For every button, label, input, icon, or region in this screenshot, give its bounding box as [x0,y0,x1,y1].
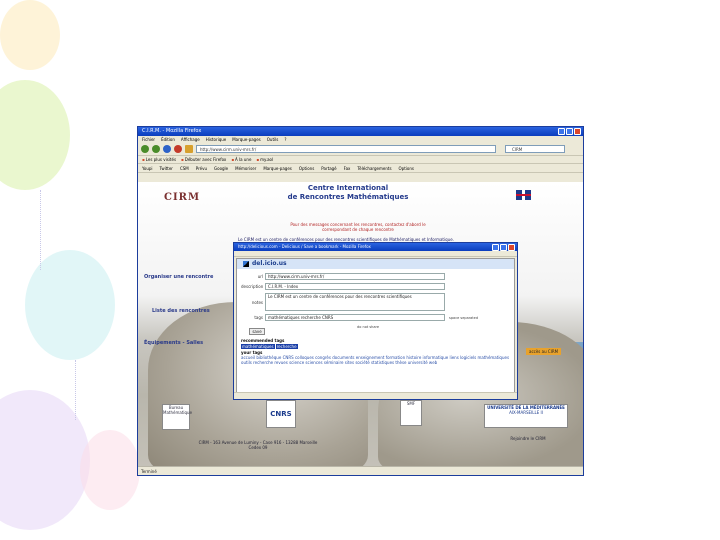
url-input[interactable]: http://www.cirm.univ-mrs.fr/ [196,145,496,153]
notes-field[interactable]: Le CIRM est un centre de conférences pou… [265,293,445,311]
toolbar-item[interactable]: Options [399,164,414,172]
url-row: url http://www.cirm.univ-mrs.fr/ [241,273,445,280]
dialog-toolbar [234,251,517,257]
recommended-tags-heading: recommended tags [241,338,285,343]
description-row: description C.I.R.M. - Index [241,283,445,290]
menu-file[interactable]: Fichier [142,136,155,143]
recommended-tag[interactable]: mathématiques [241,344,275,349]
dialog-status-bar [234,392,517,399]
dialog-body: del.icio.us url http://www.cirm.univ-mrs… [236,258,515,393]
title-line: Centre International [307,184,389,192]
forward-icon[interactable] [152,145,160,153]
toolbar-item[interactable]: Mémoriser [235,164,256,172]
home-icon[interactable] [185,145,193,153]
balloon-decoration [80,430,140,510]
bookmarks-bar: Les plus visités Débuter avec Firefox À … [138,156,583,164]
minimize-button[interactable] [492,244,499,251]
equipment-link[interactable]: Équipements - Salles [144,340,203,346]
private-option[interactable]: do not share [357,325,379,329]
balloon-decoration [0,0,60,70]
menu-bar: Fichier Édition Affichage Historique Mar… [138,136,583,143]
organize-link[interactable]: Organiser une rencontre [144,274,213,280]
status-text: Terminé [141,469,157,474]
balloon-decoration [0,390,90,530]
field-label: notes [251,299,263,305]
contact-note-line: correspondant de chaque rencontre [322,227,394,232]
browser-titlebar: C.I.R.M. - Mozilla Firefox [138,127,583,136]
dialog-titlebar: http://delicious.com - Delicious / Save … [234,243,517,251]
delicious-header: del.icio.us [237,259,514,269]
menu-view[interactable]: Affichage [181,136,200,143]
toolbar-item[interactable]: Options [299,164,314,172]
balloon-string [40,190,41,270]
recommended-tag[interactable]: recherche [275,344,298,349]
back-icon[interactable] [141,145,149,153]
maximize-button[interactable] [500,244,507,251]
address-footer: CIRM - 163 Avenue de Luminy - Case 916 -… [198,440,318,450]
toolbar-item[interactable]: Téléchargements [357,164,391,172]
bookmark-item[interactable]: À la une [231,156,251,163]
status-bar: Terminé [138,466,583,475]
tags-row: tags mathématiques recherche CNRS [241,314,445,321]
balloon-decoration [25,250,115,360]
toolbar-item[interactable]: Fax [344,164,351,172]
toolbar-item[interactable]: Prévu [196,164,207,172]
bookmark-dialog: http://delicious.com - Delicious / Save … [233,242,518,400]
browser-title: C.I.R.M. - Mozilla Firefox [142,128,202,134]
menu-bookmarks[interactable]: Marque-pages [232,136,261,143]
menu-tools[interactable]: Outils [267,136,279,143]
contact-note: Pour des messages concernant les rencont… [268,222,448,232]
cirm-logo[interactable]: CIRM [164,192,200,203]
recommended-tags: mathématiques recherche [241,344,298,349]
events-list-link[interactable]: Liste des rencontres [152,308,210,314]
smf-logo[interactable]: SMF [400,400,422,426]
minimize-button[interactable] [558,128,565,135]
navigation-bar: http://www.cirm.univ-mrs.fr/ CIRM [138,143,583,156]
description-field[interactable]: C.I.R.M. - Index [265,283,445,290]
menu-help[interactable]: ? [284,136,286,143]
your-tags-list[interactable]: accueil bibliothèque CNRS colloques cong… [241,355,513,365]
university-logo[interactable]: UNIVERSITÉ DE LA MÉDITERRANÉE AIX-MARSEI… [484,404,568,428]
toolbar-item[interactable]: Marque-pages [263,164,292,172]
balloon-string [75,360,76,420]
title-line: de Rencontres Mathématiques [287,193,409,201]
notes-row: notes Le CIRM est un centre de conférenc… [241,293,445,311]
menu-edit[interactable]: Édition [161,136,175,143]
field-label: url [257,274,263,279]
page-title: Centre International de Rencontres Mathé… [268,184,428,202]
toolbar-item[interactable]: Youpi [142,164,153,172]
toolbar-item[interactable]: Google [214,164,228,172]
join-footer[interactable]: Rejoindre le CIRM [498,436,558,441]
bookmark-item[interactable]: Débuter avec Firefox [181,156,227,163]
dialog-title: http://delicious.com - Delicious / Save … [238,244,371,249]
slide: C.I.R.M. - Mozilla Firefox Fichier Éditi… [0,0,720,540]
stop-icon[interactable] [174,145,182,153]
field-label: tags [254,315,263,320]
menu-history[interactable]: Historique [206,136,227,143]
save-button[interactable]: save [249,328,265,335]
close-button[interactable] [574,128,581,135]
university-subtitle: AIX-MARSEILLE II [509,410,543,415]
toolbar-item[interactable]: Partagé [321,164,336,172]
balloon-decoration [0,80,70,190]
url-field[interactable]: http://www.cirm.univ-mrs.fr/ [265,273,445,280]
english-flag-icon[interactable] [516,190,531,200]
field-label: description [241,284,264,289]
bookmark-item[interactable]: my.aol [256,156,273,163]
cnrs-logo[interactable]: CNRS [266,400,296,428]
partner-logo[interactable]: Bureau Mathématique [162,404,192,430]
delicious-icon [243,261,249,267]
tags-hint: space separated [449,316,479,320]
access-link[interactable]: accès au CIRM [526,348,562,355]
search-input[interactable]: CIRM [505,145,565,153]
close-button[interactable] [508,244,515,251]
maximize-button[interactable] [566,128,573,135]
reload-icon[interactable] [163,145,171,153]
tags-field[interactable]: mathématiques recherche CNRS [265,314,445,321]
toolbar-item[interactable]: Twitter [160,164,173,172]
extension-toolbar: Youpi Twitter CSM Prévu Google Mémoriser… [138,164,583,173]
toolbar-item[interactable]: CSM [180,164,189,172]
delicious-brand: del.icio.us [252,260,287,267]
bookmark-item[interactable]: Les plus visités [142,156,176,163]
